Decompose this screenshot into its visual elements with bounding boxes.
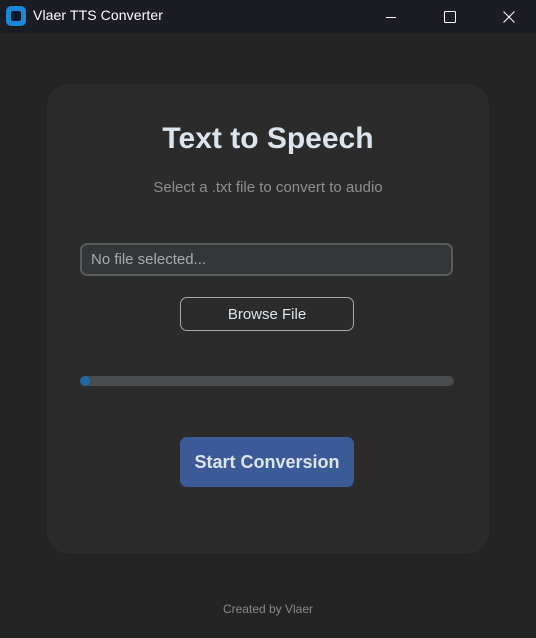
progress-bar [80, 376, 454, 386]
close-button[interactable] [486, 0, 532, 33]
close-icon [503, 10, 515, 23]
maximize-button[interactable] [427, 0, 473, 33]
progress-bar-fill [80, 376, 90, 386]
main-card: Text to Speech Select a .txt file to con… [47, 84, 489, 554]
browse-file-button[interactable]: Browse File [180, 297, 354, 331]
app-logo-icon [6, 6, 26, 26]
page-subtitle: Select a .txt file to convert to audio [153, 179, 383, 196]
title-bar: Vlaer TTS Converter [0, 0, 536, 33]
maximize-icon [444, 10, 456, 23]
page-title: Text to Speech [162, 122, 374, 155]
minimize-icon [386, 16, 396, 18]
window-title: Vlaer TTS Converter [33, 7, 164, 23]
minimize-button[interactable] [368, 0, 414, 33]
start-conversion-button[interactable]: Start Conversion [180, 437, 354, 487]
footer-credit: Created by Vlaer [222, 602, 314, 616]
file-path-field[interactable] [80, 243, 453, 276]
